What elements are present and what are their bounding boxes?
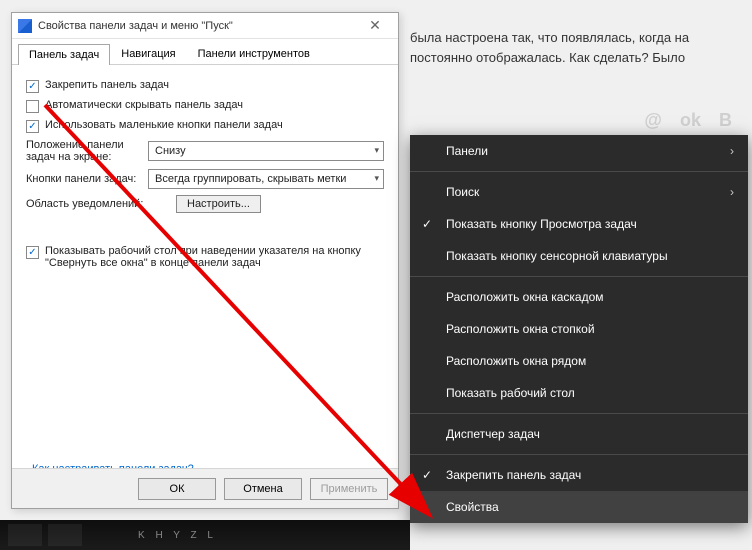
- taskbar-watermark: K H Y Z L: [138, 530, 217, 541]
- combo-position-value: Снизу: [155, 145, 186, 157]
- background-article-text: была настроена так, что появлялась, когд…: [410, 28, 742, 67]
- taskbar-context-menu: Панели › Поиск › ✓ Показать кнопку Просм…: [410, 135, 748, 523]
- menu-panels[interactable]: Панели ›: [410, 135, 748, 167]
- menu-cascade-label: Расположить окна каскадом: [446, 290, 604, 304]
- taskbar[interactable]: K H Y Z L: [0, 520, 410, 550]
- label-autohide: Автоматически скрывать панель задач: [45, 99, 243, 111]
- checkbox-autohide[interactable]: [26, 100, 39, 113]
- dialog-icon: [18, 19, 32, 33]
- menu-lock-taskbar[interactable]: ✓ Закрепить панель задач: [410, 459, 748, 491]
- ok-button[interactable]: ОК: [138, 478, 216, 500]
- menu-taskmgr-label: Диспетчер задач: [446, 427, 540, 441]
- menu-side-by-side[interactable]: Расположить окна рядом: [410, 345, 748, 377]
- chevron-right-icon: ›: [730, 144, 734, 158]
- menu-panels-label: Панели: [446, 144, 488, 158]
- combo-taskbar-buttons[interactable]: Всегда группировать, скрывать метки ▾: [148, 169, 384, 189]
- menu-lock-label: Закрепить панель задач: [446, 468, 581, 482]
- label-position: Положение панели задач на экране:: [26, 139, 138, 163]
- ok-icon[interactable]: ok: [680, 110, 701, 131]
- menu-show-desktop-label: Показать рабочий стол: [446, 386, 575, 400]
- dialog-title: Свойства панели задач и меню "Пуск": [38, 20, 358, 32]
- label-show-desktop-hover: Показывать рабочий стол при наведении ук…: [45, 245, 384, 269]
- checkbox-small-buttons[interactable]: [26, 120, 39, 133]
- check-icon: ✓: [422, 217, 432, 231]
- check-icon: ✓: [422, 468, 432, 482]
- menu-show-touch-keyboard[interactable]: Показать кнопку сенсорной клавиатуры: [410, 240, 748, 272]
- tab-navigation[interactable]: Навигация: [110, 43, 186, 64]
- taskbar-app-icon[interactable]: [48, 524, 82, 546]
- menu-touchkb-label: Показать кнопку сенсорной клавиатуры: [446, 249, 668, 263]
- tabs-row: Панель задач Навигация Панели инструмент…: [12, 39, 398, 65]
- menu-side-label: Расположить окна рядом: [446, 354, 586, 368]
- bg-line2: постоянно отображалась. Как сделать? Был…: [410, 50, 685, 65]
- menu-cascade[interactable]: Расположить окна каскадом: [410, 281, 748, 313]
- separator: [410, 413, 748, 414]
- close-button[interactable]: ✕: [358, 17, 392, 34]
- menu-stack-label: Расположить окна стопкой: [446, 322, 595, 336]
- menu-task-manager[interactable]: Диспетчер задач: [410, 418, 748, 450]
- titlebar: Свойства панели задач и меню "Пуск" ✕: [12, 13, 398, 39]
- taskbar-properties-dialog: Свойства панели задач и меню "Пуск" ✕ Па…: [11, 12, 399, 509]
- menu-properties[interactable]: Свойства: [410, 491, 748, 523]
- menu-search[interactable]: Поиск ›: [410, 176, 748, 208]
- separator: [410, 276, 748, 277]
- configure-button[interactable]: Настроить...: [176, 195, 261, 213]
- dialog-buttons: ОК Отмена Применить: [12, 468, 398, 508]
- social-icons-row: @ ok В: [644, 110, 732, 131]
- menu-properties-label: Свойства: [446, 500, 499, 514]
- menu-show-taskview[interactable]: ✓ Показать кнопку Просмотра задач: [410, 208, 748, 240]
- vk-icon[interactable]: В: [719, 110, 732, 131]
- apply-button[interactable]: Применить: [310, 478, 388, 500]
- checkbox-show-desktop-hover[interactable]: [26, 246, 39, 259]
- label-notification-area: Область уведомлений:: [26, 198, 166, 210]
- checkbox-pin-taskbar[interactable]: [26, 80, 39, 93]
- separator: [410, 454, 748, 455]
- chevron-down-icon: ▾: [374, 145, 379, 156]
- chevron-right-icon: ›: [730, 185, 734, 199]
- tab-body: Закрепить панель задач Автоматически скр…: [12, 65, 398, 283]
- menu-stack[interactable]: Расположить окна стопкой: [410, 313, 748, 345]
- tab-taskbar[interactable]: Панель задач: [18, 44, 110, 65]
- bg-line1: была настроена так, что появлялась, когд…: [410, 30, 689, 45]
- at-icon[interactable]: @: [644, 110, 662, 131]
- taskbar-app-icon[interactable]: [8, 524, 42, 546]
- tab-toolbars[interactable]: Панели инструментов: [187, 43, 321, 64]
- separator: [410, 171, 748, 172]
- menu-show-desktop[interactable]: Показать рабочий стол: [410, 377, 748, 409]
- chevron-down-icon: ▾: [374, 173, 379, 184]
- label-pin-taskbar: Закрепить панель задач: [45, 79, 169, 91]
- menu-search-label: Поиск: [446, 185, 479, 199]
- label-small-buttons: Использовать маленькие кнопки панели зад…: [45, 119, 283, 131]
- label-taskbar-buttons: Кнопки панели задач:: [26, 173, 138, 185]
- menu-taskview-label: Показать кнопку Просмотра задач: [446, 217, 637, 231]
- combo-buttons-value: Всегда группировать, скрывать метки: [155, 173, 346, 185]
- combo-position[interactable]: Снизу ▾: [148, 141, 384, 161]
- cancel-button[interactable]: Отмена: [224, 478, 302, 500]
